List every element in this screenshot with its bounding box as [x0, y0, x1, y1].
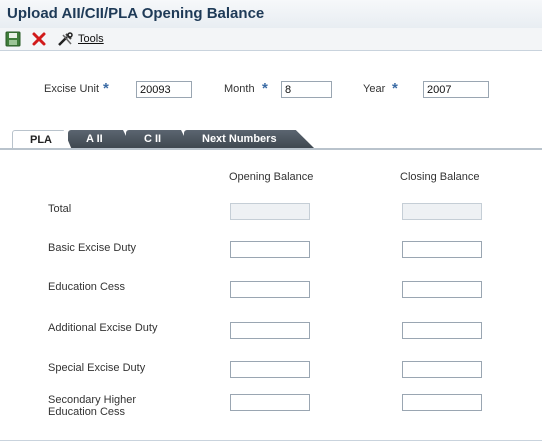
basic-excise-duty-closing-field[interactable]	[402, 241, 482, 258]
excise-unit-required-marker: *	[103, 80, 109, 97]
secondary-higher-education-cess-opening-field[interactable]	[230, 394, 310, 411]
additional-excise-duty-opening-field[interactable]	[230, 322, 310, 339]
tab-c-ii[interactable]: C II	[126, 130, 190, 148]
month-field[interactable]	[281, 81, 332, 98]
year-field[interactable]	[423, 81, 489, 98]
tab-bar: Next Numbers C II A II PLA	[0, 130, 542, 150]
cancel-icon	[32, 32, 46, 46]
tab-pla[interactable]: PLA	[12, 130, 72, 150]
tools-icon	[58, 32, 73, 46]
row-label-additional-excise-duty: Additional Excise Duty	[48, 322, 158, 334]
education-cess-closing-field[interactable]	[402, 281, 482, 298]
month-required-marker: *	[262, 80, 268, 97]
row-label-special-excise-duty: Special Excise Duty	[48, 362, 146, 374]
save-icon	[5, 31, 21, 47]
month-label: Month	[224, 83, 255, 95]
education-cess-opening-field[interactable]	[230, 281, 310, 298]
page-title: Upload AII/CII/PLA Opening Balance	[7, 5, 265, 22]
toolbar: Tools	[0, 28, 542, 51]
special-excise-duty-opening-field[interactable]	[230, 361, 310, 378]
bottom-divider	[0, 440, 542, 441]
total-closing-field	[402, 203, 482, 220]
row-label-education-cess: Education Cess	[48, 281, 126, 293]
tools-button[interactable]: Tools	[57, 31, 107, 47]
excise-unit-field[interactable]	[136, 81, 192, 98]
additional-excise-duty-closing-field[interactable]	[402, 322, 482, 339]
save-button[interactable]	[5, 31, 21, 47]
tools-label: Tools	[78, 33, 104, 45]
basic-excise-duty-opening-field[interactable]	[230, 241, 310, 258]
closing-balance-header: Closing Balance	[400, 171, 480, 183]
cancel-button[interactable]	[31, 31, 47, 47]
excise-unit-label: Excise Unit	[44, 83, 100, 95]
row-label-secondary-higher-line1: Secondary Higher	[48, 394, 137, 406]
special-excise-duty-closing-field[interactable]	[402, 361, 482, 378]
total-opening-field	[230, 203, 310, 220]
year-label: Year	[363, 83, 386, 95]
tab-underline	[0, 148, 542, 150]
row-label-total: Total	[48, 203, 72, 215]
secondary-higher-education-cess-closing-field[interactable]	[402, 394, 482, 411]
tab-a-ii[interactable]: A II	[68, 130, 132, 148]
row-label-secondary-higher-line2: Education Cess	[48, 406, 126, 418]
opening-balance-header: Opening Balance	[229, 171, 314, 183]
title-bar: Upload AII/CII/PLA Opening Balance	[0, 0, 542, 28]
tab-next-numbers[interactable]: Next Numbers	[184, 130, 314, 148]
year-required-marker: *	[392, 80, 398, 97]
row-label-basic-excise-duty: Basic Excise Duty	[48, 242, 137, 254]
